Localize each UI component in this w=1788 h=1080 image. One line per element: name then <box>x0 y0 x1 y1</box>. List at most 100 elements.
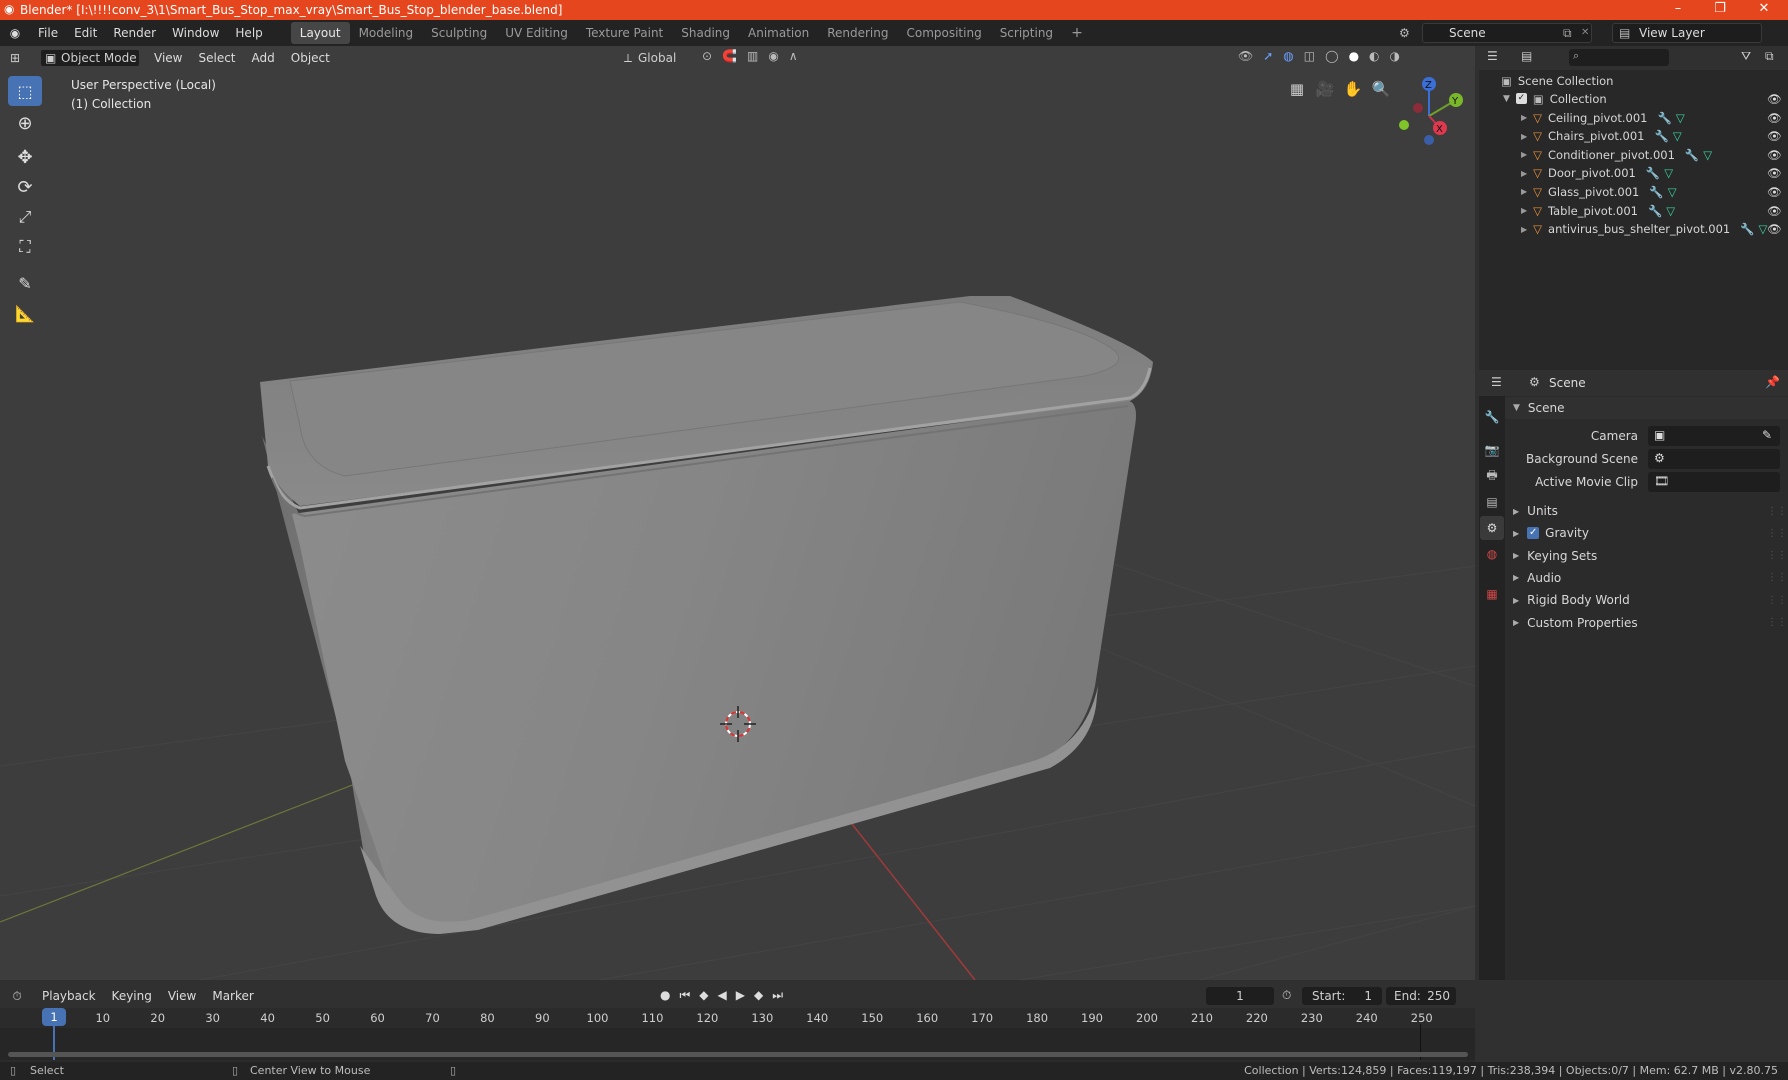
property-section[interactable]: ▶ Audio ⋮⋮ <box>1505 567 1788 589</box>
expand-arrow-icon[interactable]: ▶ <box>1521 150 1527 159</box>
current-frame-field[interactable]: 1 <box>1206 987 1274 1005</box>
scale-tool-icon[interactable]: ⤢ <box>8 202 42 232</box>
section-expand-arrow-icon[interactable]: ▶ <box>1513 573 1519 582</box>
outliner-editor-icon[interactable]: ☰ <box>1487 49 1498 63</box>
tab-scripting[interactable]: Scripting <box>991 22 1062 44</box>
section-expand-arrow-icon[interactable]: ▶ <box>1513 507 1519 516</box>
scene-tab-icon[interactable]: ⚙ <box>1480 516 1504 540</box>
xray-icon[interactable]: ◫ <box>1304 49 1315 63</box>
wireframe-shading-icon[interactable]: ◯ <box>1325 49 1338 63</box>
background-scene-field[interactable]: ⚙ <box>1648 449 1780 469</box>
play-icon[interactable]: ▶ <box>736 988 745 1003</box>
move-tool-icon[interactable]: ✥ <box>8 142 42 172</box>
maximize-button[interactable]: ❐ <box>1700 0 1740 20</box>
tab-texture-paint[interactable]: Texture Paint <box>577 22 672 44</box>
visibility-eye-icon[interactable]: 👁 <box>1767 129 1782 143</box>
visibility-icon[interactable]: 👁 <box>1238 49 1253 63</box>
property-section[interactable]: ▶ Rigid Body World ⋮⋮ <box>1505 589 1788 611</box>
tab-shading[interactable]: Shading <box>672 22 739 44</box>
collection-checkbox[interactable]: ✓ <box>1515 93 1527 104</box>
outliner-item[interactable]: ▶ ▽ Chairs_pivot.001 🔧 ▽ 👁 <box>1479 127 1788 146</box>
modifier-icon[interactable]: 🔧 <box>1655 129 1669 143</box>
visibility-eye-icon[interactable]: 👁 <box>1767 92 1782 106</box>
visibility-eye-icon[interactable]: 👁 <box>1767 148 1782 162</box>
expand-arrow-icon[interactable]: ▶ <box>1521 169 1527 178</box>
marker-menu[interactable]: Marker <box>204 987 261 1005</box>
pin-icon[interactable]: 📌 <box>1765 375 1780 389</box>
rotate-tool-icon[interactable]: ⟳ <box>8 172 42 202</box>
zoom-icon[interactable]: 🔍 <box>1370 80 1392 98</box>
snap-target-icon[interactable]: ▥ <box>747 49 758 63</box>
proportional-edit-icon[interactable]: ◉ <box>768 49 778 63</box>
play-reverse-icon[interactable]: ◀ <box>718 988 727 1003</box>
cursor-tool-icon[interactable]: ⊕ <box>8 108 42 138</box>
new-scene-icon[interactable]: ⧉ <box>1563 24 1572 42</box>
navigation-gizmo[interactable]: Z Y X <box>1390 76 1470 166</box>
next-keyframe-icon[interactable]: ◆ <box>754 988 763 1003</box>
timeline-scrollbar[interactable] <box>8 1052 1468 1057</box>
section-expand-arrow-icon[interactable]: ▶ <box>1513 596 1519 605</box>
jump-end-icon[interactable]: ⏭ <box>772 988 783 1003</box>
camera-field[interactable]: ▣ ✎ <box>1648 426 1780 446</box>
visibility-eye-icon[interactable]: 👁 <box>1767 204 1782 218</box>
timeline-view-menu[interactable]: View <box>160 987 204 1005</box>
mode-selector[interactable]: ▣ Object Mode <box>40 49 140 67</box>
keying-menu[interactable]: Keying <box>104 987 160 1005</box>
close-button[interactable]: ✕ <box>1744 0 1784 20</box>
modifier-icon[interactable]: 🔧 <box>1648 204 1662 218</box>
gizmo-toggle-icon[interactable]: ➚ <box>1263 49 1273 63</box>
property-section[interactable]: ▶ Custom Properties ⋮⋮ <box>1505 612 1788 634</box>
modifier-icon[interactable]: 🔧 <box>1658 111 1672 125</box>
gravity-checkbox[interactable]: ✓ <box>1527 527 1540 540</box>
scene-panel-header[interactable]: ▼ Scene <box>1505 397 1788 419</box>
visibility-eye-icon[interactable]: 👁 <box>1767 166 1782 180</box>
current-frame-marker[interactable]: 1 <box>42 1008 66 1026</box>
texture-tab-icon[interactable]: ▦ <box>1480 582 1504 606</box>
visibility-eye-icon[interactable]: 👁 <box>1767 185 1782 199</box>
visibility-eye-icon[interactable]: 👁 <box>1767 222 1782 236</box>
object-data-icon[interactable]: ▽ <box>1666 204 1675 218</box>
view-layer-selector[interactable]: ▤ View Layer <box>1612 23 1762 43</box>
tab-animation[interactable]: Animation <box>739 22 818 44</box>
outliner-item[interactable]: ▶ ▽ antivirus_bus_shelter_pivot.001 🔧 ▽ 👁 <box>1479 220 1788 239</box>
tab-compositing[interactable]: Compositing <box>897 22 990 44</box>
expand-arrow-icon[interactable]: ▶ <box>1521 113 1527 122</box>
properties-editor-icon[interactable]: ☰ <box>1491 375 1502 389</box>
pivot-icon[interactable]: ⊙ <box>702 49 712 63</box>
solid-shading-icon[interactable]: ● <box>1349 49 1359 63</box>
annotate-tool-icon[interactable]: ✎ <box>8 268 42 298</box>
outliner-item[interactable]: ▶ ▽ Ceiling_pivot.001 🔧 ▽ 👁 <box>1479 108 1788 127</box>
overlay-toggle-icon[interactable]: ◍ <box>1283 49 1293 63</box>
select-box-tool-icon[interactable]: ⬚ <box>8 76 42 106</box>
modifier-icon[interactable]: 🔧 <box>1646 166 1660 180</box>
timeline-editor-icon[interactable]: ⏱ <box>0 989 34 1004</box>
section-expand-arrow-icon[interactable]: ▶ <box>1513 618 1519 627</box>
drag-handle-icon[interactable]: ⋮⋮ <box>1767 595 1787 606</box>
expand-arrow-icon[interactable]: ▼ <box>1503 94 1510 104</box>
outliner-search-input[interactable]: ⌕ <box>1569 49 1669 66</box>
eyedropper-icon[interactable]: ✎ <box>1762 428 1772 442</box>
remove-scene-icon[interactable]: ✕ <box>1581 24 1589 42</box>
outliner-scene-collection[interactable]: ▣ Scene Collection <box>1479 71 1788 90</box>
record-icon[interactable]: ● <box>660 988 670 1003</box>
tool-tab-icon[interactable]: 🔧 <box>1480 405 1504 429</box>
object-data-icon[interactable]: ▽ <box>1703 148 1712 162</box>
expand-arrow-icon[interactable]: ▶ <box>1521 187 1527 196</box>
new-collection-icon[interactable]: ⧉ <box>1765 49 1774 64</box>
outliner-item[interactable]: ▶ ▽ Door_pivot.001 🔧 ▽ 👁 <box>1479 164 1788 183</box>
visibility-eye-icon[interactable]: 👁 <box>1767 111 1782 125</box>
display-mode-icon[interactable]: ▤ <box>1521 49 1532 63</box>
material-shading-icon[interactable]: ◐ <box>1369 49 1379 63</box>
playback-menu[interactable]: Playback <box>34 987 104 1005</box>
menu-window[interactable]: Window <box>164 20 227 46</box>
drag-handle-icon[interactable]: ⋮⋮ <box>1767 617 1787 628</box>
measure-tool-icon[interactable]: 📐 <box>8 298 42 328</box>
end-frame-field[interactable]: End: 250 <box>1386 987 1456 1005</box>
scene-selector[interactable]: ⚙ Scene ⧉ ✕ <box>1399 23 1592 43</box>
drag-handle-icon[interactable]: ⋮⋮ <box>1767 572 1787 583</box>
expand-arrow-icon[interactable]: ▶ <box>1521 225 1527 234</box>
expand-arrow-icon[interactable]: ▶ <box>1521 206 1527 215</box>
falloff-icon[interactable]: ∧ <box>789 49 798 63</box>
outliner-item[interactable]: ▶ ▽ Table_pivot.001 🔧 ▽ 👁 <box>1479 201 1788 220</box>
start-frame-field[interactable]: Start: 1 <box>1302 987 1382 1005</box>
